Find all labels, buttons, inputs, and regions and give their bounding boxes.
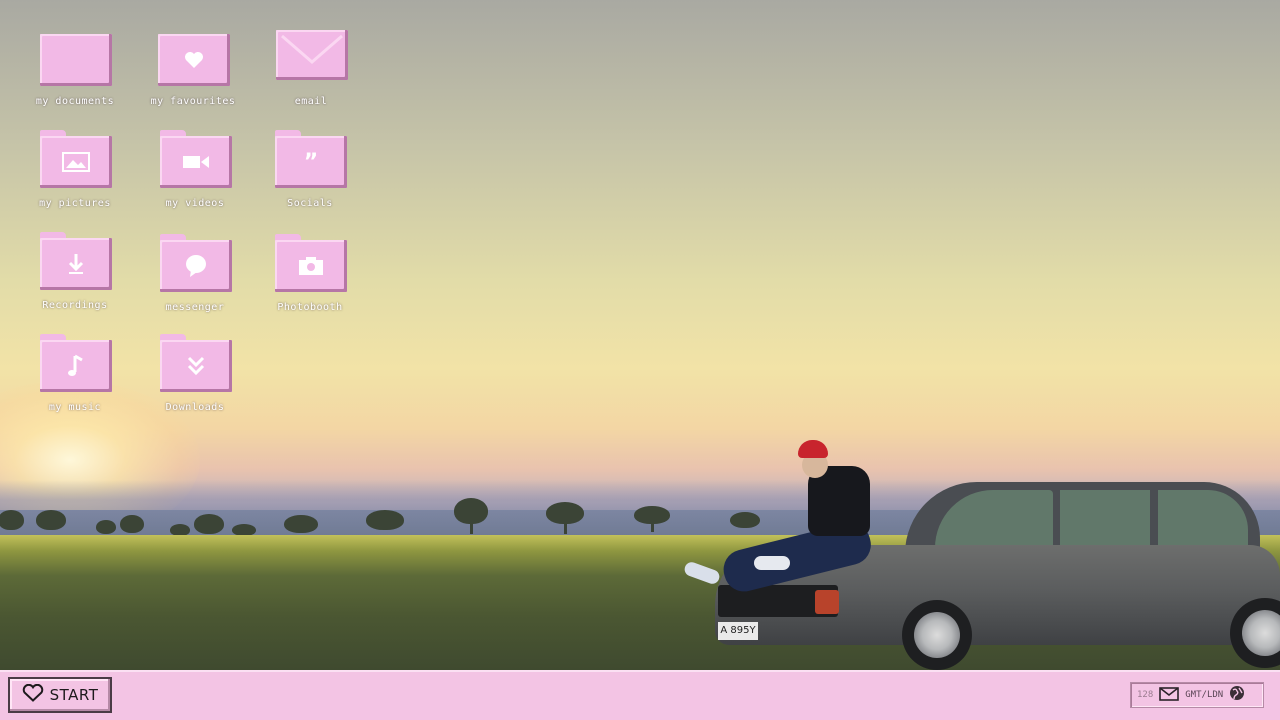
music-note-folder-icon [40, 334, 112, 392]
desktop-icon-my-videos[interactable]: my videos [140, 128, 250, 218]
desktop-icon-label: messenger [165, 302, 225, 313]
desktop-icon-socials[interactable]: ” Socials [255, 128, 365, 218]
desktop-icon-label: Recordings [42, 300, 108, 311]
envelope-icon[interactable] [1159, 686, 1180, 705]
desktop-icon-my-documents[interactable]: my documents [20, 26, 130, 116]
desktop-icon-downloads[interactable]: Downloads [140, 332, 250, 422]
speech-bubble-folder-icon [160, 234, 232, 292]
desktop-icon-label: my music [48, 402, 102, 413]
start-label: START [49, 686, 99, 704]
heart-icon [22, 683, 44, 706]
desktop-icon-label: my pictures [39, 198, 111, 209]
desktop-icon-label: my documents [35, 96, 115, 107]
folder-icon [40, 34, 112, 86]
desktop-icon-my-pictures[interactable]: my pictures [20, 128, 130, 218]
system-tray: 128 GMT/LDN [1130, 682, 1264, 708]
desktop-icon-recordings[interactable]: Recordings [20, 230, 130, 320]
picture-folder-icon [40, 130, 112, 188]
desktop-icon-label: Photobooth [277, 302, 343, 313]
desktop-icon-photobooth[interactable]: Photobooth [255, 232, 365, 322]
desktop-icon-label: Socials [287, 198, 333, 209]
video-camera-folder-icon [160, 130, 232, 188]
license-plate: A 895Y [718, 622, 758, 640]
globe-icon[interactable] [1229, 685, 1245, 705]
desktop-icon-label: my videos [165, 198, 225, 209]
desktop-icon-email[interactable]: email [256, 26, 366, 116]
camera-folder-icon [275, 234, 347, 292]
desktop-icon-messenger[interactable]: messenger [140, 232, 250, 322]
desktop-icon-my-favourites[interactable]: my favourites [138, 26, 248, 116]
mail-count: 128 [1137, 690, 1154, 700]
desktop-icon-my-music[interactable]: my music [20, 332, 130, 422]
desktop-icon-label: my favourites [150, 96, 236, 107]
heart-folder-icon [158, 34, 230, 86]
double-chevron-down-folder-icon [160, 334, 232, 392]
envelope-icon [276, 30, 348, 86]
desktop-icon-label: email [294, 96, 328, 107]
start-button[interactable]: START [8, 677, 112, 713]
taskbar: START 128 GMT/LDN [0, 670, 1280, 720]
desktop-icon-label: Downloads [165, 402, 225, 413]
timezone-clock: GMT/LDN [1185, 690, 1224, 700]
download-arrow-folder-icon [40, 232, 112, 290]
quote-folder-icon: ” [275, 130, 347, 188]
